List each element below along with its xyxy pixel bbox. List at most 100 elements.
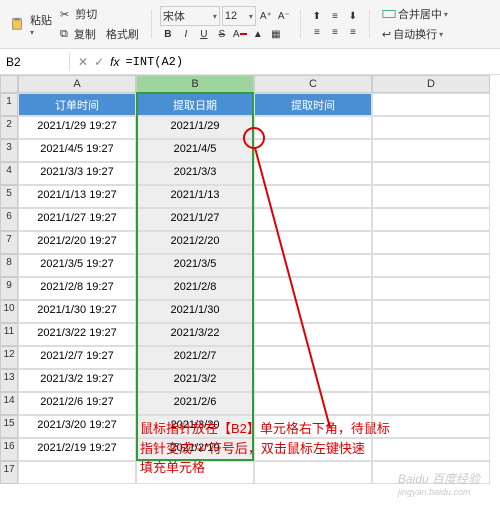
cell-A7[interactable]: 2021/2/20 19:27 — [18, 231, 136, 254]
cell-D7[interactable] — [372, 231, 490, 254]
column-header-A[interactable]: A — [18, 75, 136, 93]
row-header-2[interactable]: 2 — [0, 116, 18, 139]
cut-button[interactable]: 剪切 — [71, 4, 101, 24]
cell-A17[interactable] — [18, 461, 136, 484]
name-box[interactable]: B2 — [0, 53, 70, 71]
cell-C11[interactable] — [254, 323, 372, 346]
row-header-5[interactable]: 5 — [0, 185, 18, 208]
cell-C10[interactable] — [254, 300, 372, 323]
merge-cells-button[interactable]: 合并居中▾ — [378, 4, 452, 24]
cell-D13[interactable] — [372, 369, 490, 392]
row-header-7[interactable]: 7 — [0, 231, 18, 254]
italic-button[interactable]: I — [178, 26, 194, 42]
row-header-15[interactable]: 15 — [0, 415, 18, 438]
cell-B13[interactable]: 2021/3/2 — [136, 369, 254, 392]
align-right-button[interactable]: ≡ — [345, 24, 361, 40]
spreadsheet-grid[interactable]: ABCD1订单时间提取日期提取时间22021/1/29 19:272021/1/… — [0, 75, 500, 484]
cell-C3[interactable] — [254, 139, 372, 162]
increase-font-button[interactable]: A⁺ — [258, 8, 274, 24]
row-header-4[interactable]: 4 — [0, 162, 18, 185]
cell-D17[interactable] — [372, 461, 490, 484]
cell-D11[interactable] — [372, 323, 490, 346]
column-header-D[interactable]: D — [372, 75, 490, 93]
font-size-select[interactable]: 12▾ — [222, 6, 256, 26]
cell-B17[interactable] — [136, 461, 254, 484]
cell-D12[interactable] — [372, 346, 490, 369]
cell-A5[interactable]: 2021/1/13 19:27 — [18, 185, 136, 208]
row-header-14[interactable]: 14 — [0, 392, 18, 415]
cell-D16[interactable] — [372, 438, 490, 461]
cell-B4[interactable]: 2021/3/3 — [136, 162, 254, 185]
cell-C9[interactable] — [254, 277, 372, 300]
cell-A14[interactable]: 2021/2/6 19:27 — [18, 392, 136, 415]
strike-button[interactable]: S — [214, 26, 230, 42]
bold-button[interactable]: B — [160, 26, 176, 42]
column-header-B[interactable]: B — [136, 75, 254, 93]
cell-A9[interactable]: 2021/2/8 19:27 — [18, 277, 136, 300]
fill-color-button[interactable]: ▲ — [250, 26, 266, 42]
cell-A2[interactable]: 2021/1/29 19:27 — [18, 116, 136, 139]
cell-C13[interactable] — [254, 369, 372, 392]
row-header-3[interactable]: 3 — [0, 139, 18, 162]
cell-D1[interactable] — [372, 93, 490, 116]
font-name-select[interactable]: 宋体▾ — [160, 6, 220, 26]
cell-A8[interactable]: 2021/3/5 19:27 — [18, 254, 136, 277]
cell-B3[interactable]: 2021/4/5 — [136, 139, 254, 162]
cell-C8[interactable] — [254, 254, 372, 277]
row-header-13[interactable]: 13 — [0, 369, 18, 392]
row-header-8[interactable]: 8 — [0, 254, 18, 277]
copy-button[interactable]: 复制 — [70, 24, 100, 44]
cell-C14[interactable] — [254, 392, 372, 415]
row-header-10[interactable]: 10 — [0, 300, 18, 323]
cell-B5[interactable]: 2021/1/13 — [136, 185, 254, 208]
cell-C2[interactable] — [254, 116, 372, 139]
wrap-text-button[interactable]: ↩ 自动换行▾ — [378, 24, 452, 44]
format-painter-button[interactable]: 格式刷 — [102, 24, 143, 44]
cancel-formula-icon[interactable]: ✕ — [78, 55, 88, 69]
cell-A4[interactable]: 2021/3/3 19:27 — [18, 162, 136, 185]
row-header-17[interactable]: 17 — [0, 461, 18, 484]
cell-D2[interactable] — [372, 116, 490, 139]
cell-A10[interactable]: 2021/1/30 19:27 — [18, 300, 136, 323]
row-header-11[interactable]: 11 — [0, 323, 18, 346]
cell-B6[interactable]: 2021/1/27 — [136, 208, 254, 231]
cell-A12[interactable]: 2021/2/7 19:27 — [18, 346, 136, 369]
align-top-button[interactable]: ⬆ — [309, 8, 325, 24]
cell-A15[interactable]: 2021/3/20 19:27 — [18, 415, 136, 438]
cell-D5[interactable] — [372, 185, 490, 208]
cell-A13[interactable]: 2021/3/2 19:27 — [18, 369, 136, 392]
cell-A3[interactable]: 2021/4/5 19:27 — [18, 139, 136, 162]
row-header-16[interactable]: 16 — [0, 438, 18, 461]
row-header-9[interactable]: 9 — [0, 277, 18, 300]
border-button[interactable]: ▦ — [268, 26, 284, 42]
accept-formula-icon[interactable]: ✓ — [94, 55, 104, 69]
cell-A11[interactable]: 2021/3/22 19:27 — [18, 323, 136, 346]
cell-A6[interactable]: 2021/1/27 19:27 — [18, 208, 136, 231]
cell-D4[interactable] — [372, 162, 490, 185]
cell-B16[interactable]: 2021/2/19 — [136, 438, 254, 461]
cell-B8[interactable]: 2021/3/5 — [136, 254, 254, 277]
cell-C7[interactable] — [254, 231, 372, 254]
cell-B10[interactable]: 2021/1/30 — [136, 300, 254, 323]
cell-B11[interactable]: 2021/3/22 — [136, 323, 254, 346]
align-center-button[interactable]: ≡ — [327, 24, 343, 40]
select-all-corner[interactable] — [0, 75, 18, 93]
align-bottom-button[interactable]: ⬇ — [345, 8, 361, 24]
decrease-font-button[interactable]: A⁻ — [276, 8, 292, 24]
cell-C12[interactable] — [254, 346, 372, 369]
row-header-12[interactable]: 12 — [0, 346, 18, 369]
cell-D3[interactable] — [372, 139, 490, 162]
cell-B14[interactable]: 2021/2/6 — [136, 392, 254, 415]
formula-input[interactable] — [125, 55, 492, 69]
cell-D9[interactable] — [372, 277, 490, 300]
cell-C6[interactable] — [254, 208, 372, 231]
cell-A16[interactable]: 2021/2/19 19:27 — [18, 438, 136, 461]
cell-C5[interactable] — [254, 185, 372, 208]
cell-D15[interactable] — [372, 415, 490, 438]
cell-C16[interactable] — [254, 438, 372, 461]
paste-button[interactable] — [6, 15, 28, 33]
cell-C4[interactable] — [254, 162, 372, 185]
chevron-down-icon[interactable]: ▾ — [30, 28, 52, 37]
cell-B2[interactable]: 2021/1/29 — [136, 116, 254, 139]
cell-D8[interactable] — [372, 254, 490, 277]
